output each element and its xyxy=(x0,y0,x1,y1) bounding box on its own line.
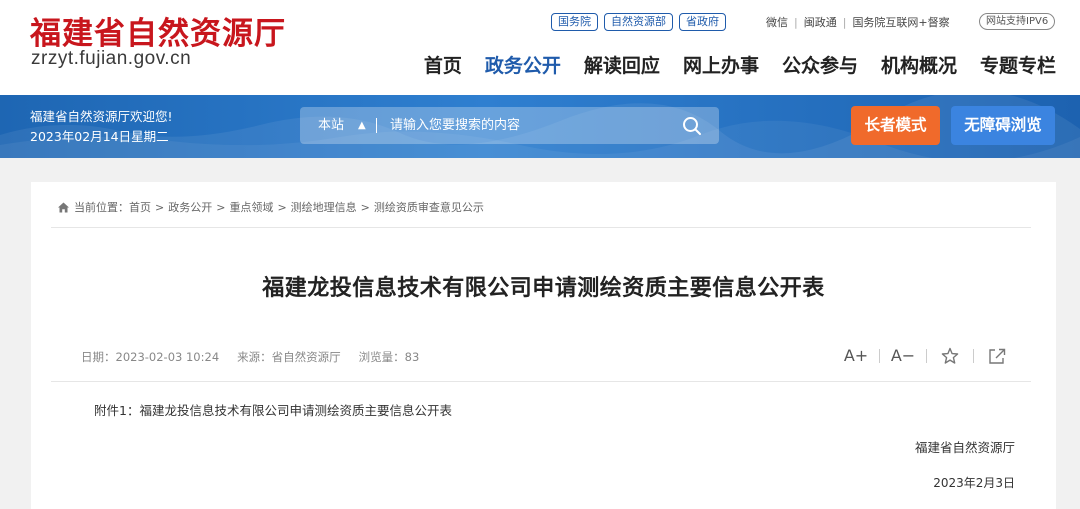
breadcrumb-separator: > xyxy=(277,200,287,214)
views-value: 83 xyxy=(404,350,420,364)
font-increase-button[interactable]: A+ xyxy=(841,346,871,365)
font-decrease-button[interactable]: A− xyxy=(888,346,918,365)
date-label: 日期： xyxy=(81,350,116,364)
breadcrumb-separator: > xyxy=(216,200,226,214)
nav-interpretation[interactable]: 解读回应 xyxy=(584,51,660,78)
site-domain: zrzyt.fujian.gov.cn xyxy=(31,48,192,69)
top-links: 国务院 自然资源部 省政府 xyxy=(551,12,732,32)
link-internet-supervision[interactable]: 国务院互联网+督察 xyxy=(852,14,949,30)
site-logo-title[interactable]: 福建省自然资源厅 xyxy=(30,8,286,53)
article-signature: 福建省自然资源厅 xyxy=(914,440,1015,455)
breadcrumb-key-areas[interactable]: 重点领域 xyxy=(229,199,273,215)
article-card: 当前位置： 首页 > 政务公开 > 重点领域 > 测绘地理信息 > 测绘资质审查… xyxy=(31,182,1056,509)
article-views: 浏览量：83 xyxy=(359,349,420,365)
article-sign-date: 2023年2月3日 xyxy=(933,476,1015,490)
search-banner: 福建省自然资源厅欢迎您! 2023年02月14日星期二 本站 ▲︎ 长者模式 无… xyxy=(0,95,1080,158)
breadcrumb-surveying[interactable]: 测绘地理信息 xyxy=(291,199,357,215)
site-header: 福建省自然资源厅 zrzyt.fujian.gov.cn 国务院 自然资源部 省… xyxy=(0,0,1080,95)
nav-gov-affairs[interactable]: 政务公开 xyxy=(485,51,561,78)
breadcrumb-prefix: 当前位置： xyxy=(74,201,129,214)
main-nav: 首页 政务公开 解读回应 网上办事 公众参与 机构概况 专题专栏 xyxy=(401,51,1056,78)
article-title: 福建龙投信息技术有限公司申请测绘资质主要信息公开表 xyxy=(262,276,825,301)
views-label: 浏览量： xyxy=(358,350,405,364)
star-icon[interactable] xyxy=(935,347,965,365)
article-date: 日期：2023-02-03 10:24 xyxy=(81,349,219,365)
accessibility-button[interactable]: 无障碍浏览 xyxy=(951,106,1055,145)
article-meta: 日期：2023-02-03 10:24 来源：省自然资源厅 浏览量：83 xyxy=(81,349,437,365)
source-label: 来源： xyxy=(237,350,272,364)
util-separator: | xyxy=(842,15,847,29)
breadcrumb-gov-affairs[interactable]: 政务公开 xyxy=(168,199,212,215)
current-date: 2023年02月14日星期二 xyxy=(30,129,169,144)
share-icon[interactable] xyxy=(982,347,1012,365)
source-value: 省自然资源厅 xyxy=(271,350,341,364)
home-icon xyxy=(58,202,69,212)
search-icon[interactable] xyxy=(681,115,703,137)
welcome-message: 福建省自然资源厅欢迎您! xyxy=(30,109,173,124)
attachment-link[interactable]: 附件1：福建龙投信息技术有限公司申请测绘资质主要信息公开表 xyxy=(94,400,452,419)
breadcrumb-separator: > xyxy=(360,200,370,214)
search-box: 本站 ▲︎ xyxy=(300,107,719,144)
nav-special-topics[interactable]: 专题专栏 xyxy=(980,51,1056,78)
updown-arrow-icon[interactable]: ▲︎ xyxy=(358,107,366,144)
util-separator: | xyxy=(794,15,798,29)
breadcrumb-separator: > xyxy=(155,200,165,214)
nav-public-participation[interactable]: 公众参与 xyxy=(782,51,858,78)
link-minzhengtong[interactable]: 闽政通 xyxy=(804,14,837,30)
breadcrumb-home[interactable]: 首页 xyxy=(129,199,151,215)
link-state-council[interactable]: 国务院 xyxy=(551,13,598,31)
ipv6-badge: 网站支持IPV6 xyxy=(979,13,1056,30)
divider xyxy=(51,381,1031,382)
divider xyxy=(51,227,1031,228)
link-wechat[interactable]: 微信 xyxy=(766,14,788,30)
nav-home[interactable]: 首页 xyxy=(424,51,462,78)
elder-mode-button[interactable]: 长者模式 xyxy=(851,106,940,145)
nav-organization[interactable]: 机构概况 xyxy=(881,51,957,78)
link-mnr[interactable]: 自然资源部 xyxy=(604,13,673,31)
article-tools: A+ A− xyxy=(841,346,1012,365)
welcome-text: 福建省自然资源厅欢迎您! 2023年02月14日星期二 xyxy=(30,107,173,147)
nav-online-services[interactable]: 网上办事 xyxy=(683,51,759,78)
util-links: 微信 | 闽政通 | 国务院互联网+督察 xyxy=(766,12,950,32)
breadcrumb-current[interactable]: 测绘资质审查意见公示 xyxy=(374,199,484,215)
search-scope-select[interactable]: 本站 xyxy=(318,107,344,144)
date-value: 2023-02-03 10:24 xyxy=(115,350,220,364)
search-input[interactable] xyxy=(390,107,660,144)
tool-separator xyxy=(973,348,974,363)
tool-separator xyxy=(926,348,927,363)
link-provincial-gov[interactable]: 省政府 xyxy=(679,13,726,31)
breadcrumb: 当前位置： 首页 > 政务公开 > 重点领域 > 测绘地理信息 > 测绘资质审查… xyxy=(57,199,484,215)
article-source: 来源：省自然资源厅 xyxy=(237,349,341,365)
scope-divider xyxy=(376,118,377,133)
tool-separator xyxy=(879,348,880,363)
